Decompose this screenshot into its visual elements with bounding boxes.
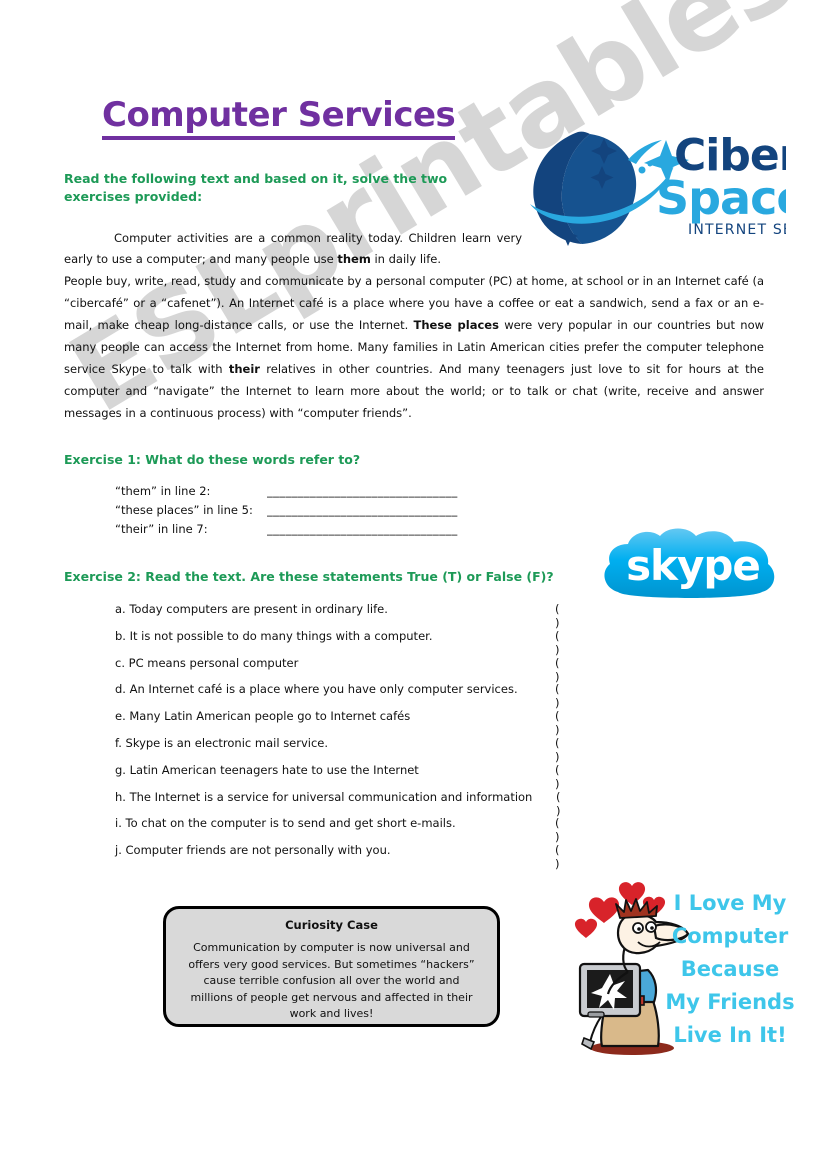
para2-bold-these-places: These places xyxy=(413,318,499,333)
table-row: j. Computer friends are not personally w… xyxy=(115,843,590,871)
statement-text: c. PC means personal computer xyxy=(115,655,299,670)
exercise-1-label: “their” in line 7: xyxy=(115,522,208,536)
statement-text: f. Skype is an electronic mail service. xyxy=(115,735,329,750)
table-row: d. An Internet café is a place where you… xyxy=(115,682,590,710)
svg-text:Space: Space xyxy=(656,171,786,225)
statement-text: j. Computer friends are not personally w… xyxy=(115,843,391,858)
exercise-1-label: “these places” in line 5: xyxy=(115,503,253,517)
skype-logo: skype ™ xyxy=(588,524,798,602)
statement-text: b. It is not possible to do many things … xyxy=(115,628,433,643)
svg-text:™: ™ xyxy=(774,542,785,555)
curiosity-case-title: Curiosity Case xyxy=(285,918,378,932)
answer-line[interactable]: _______________________________ xyxy=(267,522,585,536)
cartoon-line-3: Because xyxy=(681,957,780,981)
cartoon-line-4: My Friends xyxy=(665,990,794,1014)
exercise-2-heading: Exercise 2: Read the text. Are these sta… xyxy=(64,569,554,584)
statement-text: g. Latin American teenagers hate to use … xyxy=(115,762,419,777)
para1-part-a: Computer activities are a common reality… xyxy=(64,231,522,267)
exercise-2-items: a. Today computers are present in ordina… xyxy=(115,602,590,871)
statement-text: a. Today computers are present in ordina… xyxy=(115,602,388,616)
statement-text: i. To chat on the computer is to send an… xyxy=(115,816,456,831)
list-item: “their” in line 7: _____________________… xyxy=(115,522,585,541)
answer-parenthesis[interactable]: ( ) xyxy=(555,816,590,844)
statement-text: d. An Internet café is a place where you… xyxy=(115,682,518,697)
ciber-space-logo: Ciber Space INTERNET SERVICE xyxy=(516,122,786,250)
exercise-1-label: “them” in line 2: xyxy=(115,484,211,498)
curiosity-case-body: Communication by computer is now univers… xyxy=(188,941,475,1020)
para2-bold-their: their xyxy=(228,362,260,377)
answer-parenthesis[interactable]: ( ) xyxy=(556,790,590,818)
svg-text:INTERNET SERVICE: INTERNET SERVICE xyxy=(688,222,786,238)
svg-text:skype: skype xyxy=(626,541,760,590)
answer-line[interactable]: _______________________________ xyxy=(267,503,585,517)
curiosity-case-box: Curiosity Case Communication by computer… xyxy=(163,906,500,1027)
answer-parenthesis[interactable]: ( ) xyxy=(555,843,590,871)
statement-text: h. The Internet is a service for univers… xyxy=(115,789,533,804)
cartoon-line-1: I Love My xyxy=(674,891,787,915)
table-row: f. Skype is an electronic mail service. … xyxy=(115,735,590,764)
i-love-my-computer-cartoon: I Love My Computer Because My Friends Li… xyxy=(566,878,800,1060)
answer-parenthesis[interactable]: ( ) xyxy=(555,656,590,684)
answer-parenthesis[interactable]: ( ) xyxy=(555,682,590,710)
page-title: Computer Services xyxy=(102,95,456,141)
exercise-1-items: “them” in line 2: ______________________… xyxy=(115,484,585,541)
answer-parenthesis[interactable]: ( ) xyxy=(555,602,590,630)
para1-part-b: in daily life. xyxy=(370,252,441,267)
worksheet-page: Computer Services Read the following tex… xyxy=(0,0,826,1169)
table-row: i. To chat on the computer is to send an… xyxy=(115,816,590,844)
reading-paragraph-1: Computer activities are a common reality… xyxy=(64,228,522,271)
table-row: g. Latin American teenagers hate to use … xyxy=(115,762,590,791)
table-row: a. Today computers are present in ordina… xyxy=(115,602,590,630)
list-item: “these places” in line 5: ______________… xyxy=(115,503,585,522)
answer-parenthesis[interactable]: ( ) xyxy=(555,763,590,791)
exercise-1-heading: Exercise 1: What do these words refer to… xyxy=(64,452,361,467)
reading-paragraph-2: People buy, write, read, study and commu… xyxy=(64,270,764,425)
cartoon-line-5: Live In It! xyxy=(673,1023,786,1047)
statement-text: e. Many Latin American people go to Inte… xyxy=(115,709,411,724)
table-row: c. PC means personal computer ( ) xyxy=(115,655,590,684)
answer-parenthesis[interactable]: ( ) xyxy=(555,629,590,657)
instruction-text: Read the following text and based on it,… xyxy=(64,171,448,205)
cartoon-line-2: Computer xyxy=(672,924,789,948)
list-item: “them” in line 2: ______________________… xyxy=(115,484,585,503)
table-row: h. The Internet is a service for univers… xyxy=(115,789,590,818)
answer-parenthesis[interactable]: ( ) xyxy=(555,709,590,737)
answer-line[interactable]: _______________________________ xyxy=(267,484,585,498)
para1-bold-them: them xyxy=(337,252,371,267)
table-row: b. It is not possible to do many things … xyxy=(115,628,590,657)
answer-parenthesis[interactable]: ( ) xyxy=(555,736,590,764)
table-row: e. Many Latin American people go to Inte… xyxy=(115,709,590,737)
